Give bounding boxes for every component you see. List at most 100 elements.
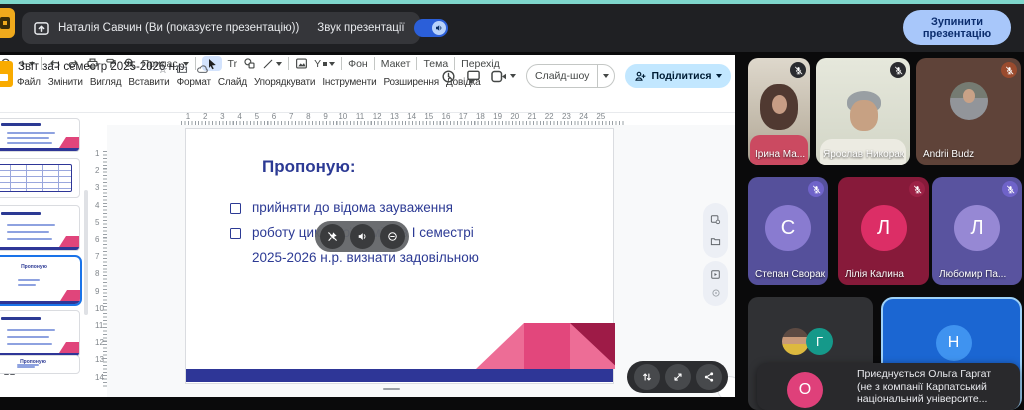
ruler-number: 3 — [95, 183, 99, 192]
ruler-number: 14 — [95, 373, 104, 382]
participant-name: Andrii Budz — [923, 149, 974, 160]
toolbar-separator — [341, 57, 342, 70]
image-history-icon[interactable] — [710, 214, 721, 225]
slide-thumbnail[interactable]: Пропоную — [0, 255, 82, 306]
move-folder-icon[interactable] — [176, 63, 188, 75]
ruler-number: 13 — [390, 112, 399, 121]
slides-logo-icon[interactable] — [0, 61, 13, 87]
insert-image-icon[interactable] — [295, 57, 308, 70]
toast-line2: (не з компанії Карпатський — [857, 381, 991, 394]
share-icon[interactable] — [696, 364, 722, 390]
thumbnail-title: Пропоную — [0, 359, 79, 365]
presentation-app-badge[interactable] — [0, 8, 15, 38]
textbox-label: Tr — [228, 58, 238, 70]
slide-filmstrip: ‹ ПропонуюПропоную — [0, 113, 95, 397]
star-icon[interactable]: ☆ — [158, 63, 168, 76]
ruler-number: 15 — [424, 112, 433, 121]
toolbar-separator — [416, 57, 417, 70]
slideshow-options[interactable] — [597, 65, 614, 87]
thumbnail-corner — [60, 290, 80, 301]
participant-tile[interactable]: Ярослав Никорак — [816, 58, 910, 165]
letter-avatar: Г — [806, 328, 833, 355]
slideshow-label: Слайд-шоу — [527, 70, 597, 82]
menu-item[interactable]: Упорядкувати — [254, 77, 315, 88]
media-doc-icon[interactable] — [710, 269, 721, 280]
ruler-number: 11 — [356, 112, 364, 121]
participant-tile[interactable]: Andrii Budz — [916, 58, 1021, 165]
presentation-audio-toggle[interactable] — [414, 19, 448, 37]
current-slide[interactable]: Пропоную: прийняти до відома зауваження … — [185, 128, 614, 384]
meet-top-bar: Наталія Савчин (Ви (показуєте презентаці… — [0, 4, 1024, 52]
ruler-number: 2 — [95, 166, 99, 175]
volume-icon[interactable] — [350, 224, 375, 249]
menu-item[interactable]: Розширення — [383, 77, 438, 88]
thumbnail-corner — [59, 236, 79, 247]
presenter-label: Наталія Савчин (Ви (показуєте презентаці… — [58, 22, 299, 34]
folder-icon[interactable] — [710, 236, 721, 247]
participant-name: Ярослав Никорак — [823, 149, 904, 160]
unpin-icon[interactable] — [320, 224, 345, 249]
slideshow-button[interactable]: Слайд-шоу — [526, 64, 615, 88]
toolbar-layout-button[interactable]: Макет — [381, 58, 411, 70]
toggle-knob — [432, 21, 446, 35]
slide-thumbnail[interactable] — [0, 158, 80, 198]
participant-tile[interactable]: ЛЛілія Калина — [838, 177, 929, 285]
checkbox-bullet — [230, 203, 241, 214]
ruler-number: 3 — [220, 112, 224, 121]
ruler-number: 22 — [545, 112, 554, 121]
scroll-updown-icon[interactable] — [634, 364, 660, 390]
target-icon[interactable] — [711, 288, 721, 298]
remove-tile-icon[interactable] — [380, 224, 405, 249]
filmstrip-scrollbar[interactable] — [84, 190, 88, 315]
text-box-tool[interactable]: Tr — [228, 58, 238, 70]
slide-thumbnail[interactable] — [0, 310, 80, 357]
stop-presenting-button[interactable]: Зупинити презентацію — [903, 10, 1011, 45]
toast-avatar: О — [787, 372, 823, 408]
participant-tile[interactable]: ССтепан Сворак — [748, 177, 828, 285]
chevron-down-icon — [510, 74, 516, 78]
cloud-status-icon[interactable] — [196, 63, 209, 75]
thumbnail-line — [7, 224, 55, 226]
person-add-icon — [634, 70, 647, 82]
ruler-number: 21 — [528, 112, 537, 121]
horizontal-ruler: 1234567891011121314151617181920212223242… — [107, 112, 735, 125]
shapes-tool-icon[interactable] — [243, 57, 256, 70]
presenter-pill[interactable]: Наталія Савчин (Ви (показуєте презентаці… — [22, 12, 420, 44]
toolbar-background-button[interactable]: Фон — [348, 58, 368, 70]
menu-item[interactable]: Файл — [17, 77, 41, 88]
toolbar-separator — [288, 57, 289, 70]
participant-name: Лілія Калина — [845, 269, 904, 280]
participant-name: Степан Сворак — [755, 269, 825, 280]
share-button[interactable]: Поділитися — [625, 64, 730, 88]
toolbar-separator — [374, 57, 375, 70]
menu-item[interactable]: Вигляд — [90, 77, 122, 88]
participant-tile[interactable]: ЛЛюбомир Па... — [932, 177, 1022, 285]
slide-decoration — [476, 323, 615, 369]
menu-item[interactable]: Вставити — [128, 77, 169, 88]
slide-thumbnail[interactable] — [0, 118, 80, 152]
menu-item[interactable]: Змінити — [48, 77, 83, 88]
line-tool-dropdown[interactable] — [262, 58, 282, 70]
version-history-icon[interactable] — [441, 69, 456, 84]
vertical-ruler: 1234567891011121314 — [95, 125, 107, 397]
ruler-number: 1 — [95, 149, 99, 158]
fullscreen-icon[interactable] — [665, 364, 691, 390]
ruler-number: 16 — [442, 112, 451, 121]
meet-slide-overlay-controls — [315, 221, 409, 252]
wordart-dropdown[interactable]: Y — [314, 58, 335, 70]
slide-thumbnail[interactable]: Пропоную — [0, 355, 80, 374]
comments-icon[interactable] — [466, 69, 481, 84]
speaker-notes-handle[interactable] — [383, 388, 400, 390]
slide-thumbnail[interactable] — [0, 205, 80, 251]
ruler-number: 2 — [203, 112, 207, 121]
meet-screen-controls — [627, 361, 728, 393]
menu-item[interactable]: Інструменти — [322, 77, 376, 88]
participant-tile[interactable]: Ірина Ма... — [748, 58, 810, 165]
video-art — [772, 95, 787, 114]
letter-avatar: Н — [936, 325, 972, 361]
ruler-number: 10 — [95, 304, 104, 313]
thumbnail-bar — [0, 301, 80, 304]
menu-item[interactable]: Слайд — [218, 77, 247, 88]
meet-camera-menu[interactable] — [491, 70, 516, 83]
menu-item[interactable]: Формат — [177, 77, 211, 88]
